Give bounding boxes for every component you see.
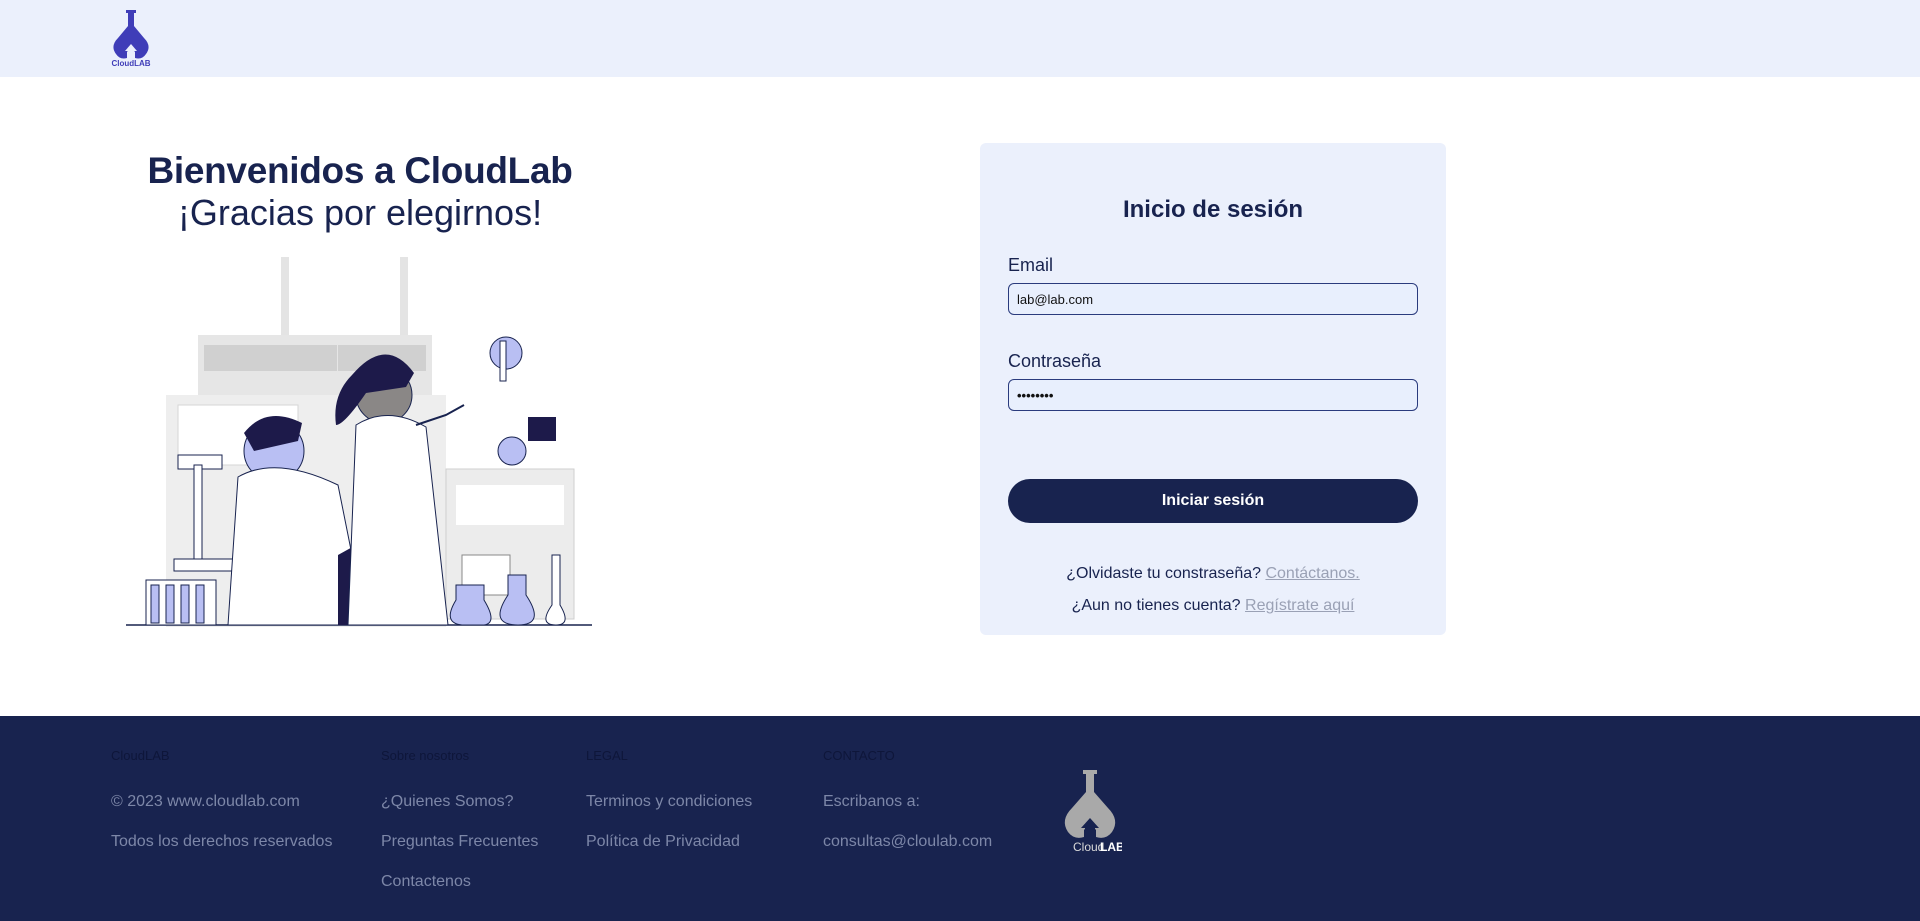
password-label: Contraseña xyxy=(1008,351,1102,371)
footer-link-contact[interactable]: Contactenos xyxy=(381,874,538,890)
footer-link-privacy[interactable]: Política de Privacidad xyxy=(586,834,752,850)
footer-link-terms[interactable]: Terminos y condiciones xyxy=(586,794,752,810)
login-card: Inicio de sesión Email lab@lab.com Contr… xyxy=(980,143,1446,635)
footer-col-contact: CONTACTO Escribanos a: consultas@cloulab… xyxy=(823,748,992,850)
footer-col-legal: LEGAL Terminos y condiciones Política de… xyxy=(586,748,752,850)
svg-text:LAB: LAB xyxy=(1100,840,1122,854)
footer-heading: CONTACTO xyxy=(823,748,895,763)
footer-heading: CloudLAB xyxy=(111,748,170,763)
register-line: ¿Aun no tienes cuenta? Regístrate aquí xyxy=(980,597,1446,615)
footer-col-cloudlab: CloudLAB © 2023 www.cloudlab.com Todos l… xyxy=(111,748,332,850)
footer-heading: LEGAL xyxy=(586,748,628,763)
register-link[interactable]: Regístrate aquí xyxy=(1245,597,1354,614)
lab-scientists-illustration xyxy=(126,255,596,629)
forgot-password-text: ¿Olvidaste tu constraseña? xyxy=(1066,565,1262,582)
password-field[interactable]: •••••••• xyxy=(1008,379,1418,411)
contact-link[interactable]: Contáctanos. xyxy=(1265,565,1359,582)
footer-cloudlab-logo[interactable]: Cloud LAB xyxy=(1058,768,1125,854)
footer-copyright: © 2023 www.cloudlab.com xyxy=(111,793,300,810)
footer-col-about: Sobre nosotros ¿Quienes Somos? Preguntas… xyxy=(381,748,538,890)
login-button[interactable]: Iniciar sesión xyxy=(1008,479,1418,523)
footer-heading: Sobre nosotros xyxy=(381,748,470,763)
forgot-password-line: ¿Olvidaste tu constraseña? Contáctanos. xyxy=(980,565,1446,583)
welcome-section: Bienvenidos a CloudLab ¡Gracias por eleg… xyxy=(120,150,600,234)
login-title: Inicio de sesión xyxy=(1122,196,1304,223)
welcome-subtitle: ¡Gracias por elegirnos! xyxy=(177,192,543,233)
svg-text:CloudLAB: CloudLAB xyxy=(111,59,150,68)
footer: CloudLAB © 2023 www.cloudlab.com Todos l… xyxy=(0,716,1920,921)
footer-write-us: Escribanos a: xyxy=(823,793,920,810)
footer-link-faq[interactable]: Preguntas Frecuentes xyxy=(381,834,538,850)
welcome-title: Bienvenidos a CloudLab xyxy=(147,150,573,191)
register-text: ¿Aun no tienes cuenta? xyxy=(1071,597,1241,614)
email-field[interactable]: lab@lab.com xyxy=(1008,283,1418,315)
email-label: Email xyxy=(1008,255,1054,275)
top-header: CloudLAB xyxy=(0,0,1920,77)
footer-email-link[interactable]: consultas@cloulab.com xyxy=(823,834,992,850)
cloudlab-logo[interactable]: CloudLAB xyxy=(108,8,154,68)
footer-link-about[interactable]: ¿Quienes Somos? xyxy=(381,794,538,810)
footer-rights: Todos los derechos reservados xyxy=(111,833,333,850)
